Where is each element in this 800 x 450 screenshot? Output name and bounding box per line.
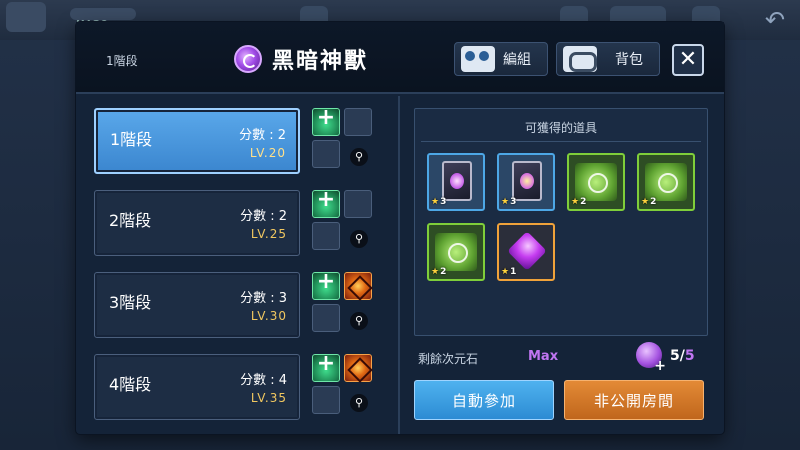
- drops-divider: [421, 141, 701, 142]
- material-icon: [435, 233, 477, 271]
- stage-card-4[interactable]: 4階段 分數 : 4 LV.35: [94, 354, 300, 420]
- reward-material-item[interactable]: ★2: [567, 153, 625, 211]
- stage-score: 分數 : 2: [240, 209, 287, 224]
- reward-gem-item[interactable]: ★1: [497, 223, 555, 281]
- stage-name: 4階段: [109, 375, 152, 394]
- stage-row-1: 1階段 分數 : 2 LV.20 ⚲: [94, 105, 396, 184]
- material-icon: [645, 163, 687, 201]
- auto-join-button[interactable]: 自動參加: [414, 380, 554, 420]
- fire-rune-icon[interactable]: [344, 354, 372, 382]
- close-button[interactable]: ✕: [672, 44, 704, 76]
- zoom-icon[interactable]: ⚲: [350, 230, 368, 248]
- stage-card-1[interactable]: 1階段 分數 : 2 LV.20: [94, 108, 300, 174]
- zoom-icon[interactable]: ⚲: [350, 148, 368, 166]
- stage-name: 1階段: [110, 130, 153, 149]
- fire-rune-icon[interactable]: [344, 272, 372, 300]
- buff-slot-icon[interactable]: [312, 269, 340, 300]
- zoom-icon[interactable]: ⚲: [350, 394, 368, 412]
- column-divider: [398, 96, 400, 434]
- remaining-stone-label: 剩餘次元石: [418, 352, 479, 366]
- title-group: 黑暗神獸: [234, 44, 368, 74]
- buff-slot-icon[interactable]: [312, 187, 340, 218]
- reward-material-item[interactable]: ★2: [637, 153, 695, 211]
- stone-count: 5/5: [670, 348, 695, 364]
- empty-slot[interactable]: [312, 140, 340, 168]
- empty-slot[interactable]: [344, 190, 372, 218]
- empty-slot[interactable]: [312, 304, 340, 332]
- empty-slot[interactable]: [312, 386, 340, 414]
- stage-name: 3階段: [109, 293, 152, 312]
- private-room-button[interactable]: 非公開房間: [564, 380, 704, 420]
- stage-score: 分數 : 4: [240, 373, 287, 388]
- panel-header: 1階段 黑暗神獸 編組 背包 ✕: [76, 22, 724, 94]
- stage-row-3: 3階段 分數 : 3 LV.30 ⚲: [94, 269, 396, 348]
- stage-level: LV.20: [249, 146, 286, 160]
- bag-button[interactable]: 背包: [556, 42, 660, 76]
- team-button[interactable]: 編組: [454, 42, 548, 76]
- stage-card-3[interactable]: 3階段 分數 : 3 LV.30: [94, 272, 300, 338]
- current-stage-label: 1階段: [106, 54, 138, 68]
- stage-level: LV.35: [250, 391, 287, 405]
- stage-row-4: 4階段 分數 : 4 LV.35 ⚲: [94, 351, 396, 430]
- star-rating: ★3: [501, 197, 517, 207]
- reward-card-item[interactable]: ★3: [427, 153, 485, 211]
- material-icon: [575, 163, 617, 201]
- card-icon: [442, 161, 472, 201]
- gem-icon: [507, 231, 547, 271]
- star-rating: ★2: [641, 197, 657, 207]
- drops-panel: 可獲得的道具 ★3 ★3 ★2 ★2 ★2 ★1: [414, 108, 708, 336]
- stage-card-2[interactable]: 2階段 分數 : 2 LV.25: [94, 190, 300, 256]
- star-rating: ★2: [571, 197, 587, 207]
- game-logo-icon: [6, 2, 46, 32]
- team-button-label: 編組: [503, 52, 531, 68]
- stage-score: 分數 : 2: [239, 128, 286, 143]
- bag-button-label: 背包: [615, 52, 643, 68]
- bag-icon: [563, 46, 597, 72]
- star-rating: ★1: [501, 267, 517, 277]
- back-arrow-icon[interactable]: ↶: [758, 6, 792, 34]
- star-rating: ★2: [431, 267, 447, 277]
- reward-material-item[interactable]: ★2: [427, 223, 485, 281]
- buff-slot-icon[interactable]: [312, 105, 340, 136]
- card-icon: [512, 161, 542, 201]
- reward-card-item[interactable]: ★3: [497, 153, 555, 211]
- team-icon: [461, 46, 495, 72]
- stage-level: LV.30: [250, 309, 287, 323]
- stage-row-2: 2階段 分數 : 2 LV.25 ⚲: [94, 187, 396, 266]
- dungeon-panel: 1階段 黑暗神獸 編組 背包 ✕ 1階段 分數 : 2 LV.20 ⚲: [76, 22, 724, 434]
- zoom-icon[interactable]: ⚲: [350, 312, 368, 330]
- star-rating: ★3: [431, 197, 447, 207]
- drops-title: 可獲得的道具: [524, 121, 597, 135]
- empty-slot[interactable]: [312, 222, 340, 250]
- dimension-stone-icon[interactable]: [636, 342, 666, 374]
- buff-slot-icon[interactable]: [312, 351, 340, 382]
- stage-level: LV.25: [250, 227, 287, 241]
- dark-beast-icon: [234, 45, 262, 73]
- remaining-max-label: Max: [528, 349, 559, 364]
- page-title: 黑暗神獸: [272, 49, 369, 74]
- stage-score: 分數 : 3: [240, 291, 287, 306]
- empty-slot[interactable]: [344, 108, 372, 136]
- stage-name: 2階段: [109, 211, 152, 230]
